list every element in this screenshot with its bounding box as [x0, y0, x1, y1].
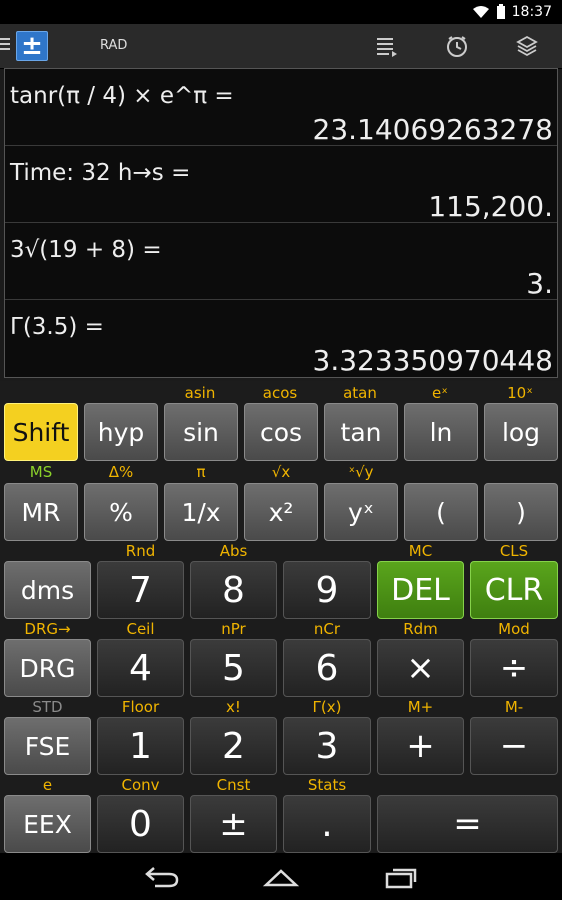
wifi-icon [472, 6, 489, 18]
history-expression: Time: 32 h→s = [10, 160, 191, 186]
digit-6-button[interactable]: 6 [283, 639, 371, 697]
history-entry[interactable]: tanr(π / 4) × e^π = 23.14069263278 [5, 69, 557, 146]
drg-button[interactable]: DRG [4, 639, 91, 697]
keypad: asin acos atan eˣ 10ˣ Shift hyp sin cos … [0, 381, 562, 853]
recent-apps-icon[interactable] [381, 865, 421, 889]
history-entry[interactable]: Time: 32 h→s = 115,200. [5, 146, 557, 223]
secondary-label-delta-percent: Δ% [108, 463, 134, 481]
ln-button[interactable]: ln [404, 403, 478, 461]
back-icon[interactable] [141, 865, 181, 889]
equals-button[interactable]: = [377, 795, 558, 853]
secondary-label-floor: Floor [121, 698, 160, 716]
digit-1-button[interactable]: 1 [97, 717, 184, 775]
delete-button[interactable]: DEL [377, 561, 464, 619]
secondary-label-stats: Stats [307, 776, 347, 794]
subtract-button[interactable]: − [470, 717, 558, 775]
sin-button[interactable]: sin [164, 403, 238, 461]
secondary-label-sqrt: √x [271, 463, 291, 481]
history-expression: Γ(3.5) = [10, 314, 104, 340]
clear-button[interactable]: CLR [470, 561, 558, 619]
secondary-label-rdm: Rdm [403, 620, 438, 638]
history-list-icon[interactable] [375, 34, 399, 58]
percent-button[interactable]: % [84, 483, 158, 541]
history-result: 3.323350970448 [312, 344, 554, 377]
history-result: 3. [526, 267, 553, 300]
history-result: 23.14069263278 [312, 113, 554, 146]
cos-button[interactable]: cos [244, 403, 318, 461]
secondary-label-pi: π [196, 463, 206, 481]
decimal-point-button[interactable]: . [283, 795, 371, 853]
power-button[interactable]: yˣ [324, 483, 398, 541]
secondary-label-abs: Abs [219, 542, 248, 560]
secondary-label-exp: eˣ [432, 384, 448, 402]
fse-button[interactable]: FSE [4, 717, 91, 775]
dms-button[interactable]: dms [4, 561, 91, 619]
digit-0-button[interactable]: 0 [97, 795, 184, 853]
history-expression: tanr(π / 4) × e^π = [10, 83, 234, 109]
secondary-label-cls: CLS [499, 542, 529, 560]
secondary-label-rnd: Rnd [125, 542, 156, 560]
digit-2-button[interactable]: 2 [190, 717, 277, 775]
tan-button[interactable]: tan [324, 403, 398, 461]
mr-button[interactable]: MR [4, 483, 78, 541]
system-nav-bar [0, 853, 562, 900]
secondary-label-root: ˣ√y [348, 463, 374, 481]
secondary-label-ncr: nCr [313, 620, 341, 638]
digit-9-button[interactable]: 9 [283, 561, 371, 619]
secondary-label-std: STD [32, 698, 63, 716]
angle-mode-label: RAD [100, 38, 128, 53]
secondary-label-asin: asin [184, 384, 216, 402]
eex-button[interactable]: EEX [4, 795, 91, 853]
secondary-label-atan: atan [343, 384, 377, 402]
secondary-label-m-plus: M+ [407, 698, 434, 716]
secondary-label-acos: acos [262, 384, 298, 402]
close-paren-button[interactable]: ) [484, 483, 558, 541]
digit-8-button[interactable]: 8 [190, 561, 277, 619]
multiply-button[interactable]: × [377, 639, 464, 697]
secondary-label-mc: MC [408, 542, 433, 560]
secondary-label-cnst: Cnst [216, 776, 251, 794]
hyp-button[interactable]: hyp [84, 403, 158, 461]
secondary-label-pow10: 10ˣ [507, 384, 533, 402]
secondary-label-ms: MS [29, 463, 53, 481]
secondary-label-ceil: Ceil [126, 620, 155, 638]
battery-icon [496, 4, 505, 19]
home-icon[interactable] [261, 865, 301, 889]
history-entry[interactable]: Γ(3.5) = 3.323350970448 [5, 300, 557, 377]
add-button[interactable]: + [377, 717, 464, 775]
history-expression: 3√(19 + 8) = [10, 237, 162, 263]
history-entry[interactable]: 3√(19 + 8) = 3. [5, 223, 557, 300]
shift-button[interactable]: Shift [4, 403, 78, 461]
app-logo-icon[interactable]: ± [16, 31, 48, 61]
secondary-label-drg-convert: DRG→ [24, 620, 71, 638]
secondary-label-gamma: Γ(x) [312, 698, 342, 716]
digit-4-button[interactable]: 4 [97, 639, 184, 697]
secondary-label-factorial: x! [226, 698, 241, 716]
square-button[interactable]: x² [244, 483, 318, 541]
secondary-label-mod: Mod [498, 620, 530, 638]
secondary-label-npr: nPr [221, 620, 246, 638]
open-paren-button[interactable]: ( [404, 483, 478, 541]
secondary-label-m-minus: M- [504, 698, 524, 716]
calculation-display[interactable]: tanr(π / 4) × e^π = 23.14069263278 Time:… [4, 68, 558, 378]
drawer-menu-icon[interactable] [0, 38, 10, 53]
status-bar: 18:37 [0, 0, 562, 24]
digit-7-button[interactable]: 7 [97, 561, 184, 619]
clock-icon[interactable] [445, 34, 469, 58]
reciprocal-button[interactable]: 1/x [164, 483, 238, 541]
secondary-label-e: e [42, 776, 53, 794]
status-time: 18:37 [511, 4, 552, 20]
action-bar: ± RAD [0, 24, 562, 69]
history-result: 115,200. [428, 190, 553, 223]
digit-3-button[interactable]: 3 [283, 717, 371, 775]
divide-button[interactable]: ÷ [470, 639, 558, 697]
plus-minus-button[interactable]: ± [190, 795, 277, 853]
digit-5-button[interactable]: 5 [190, 639, 277, 697]
log-button[interactable]: log [484, 403, 558, 461]
layers-icon[interactable] [515, 34, 539, 58]
secondary-label-conv: Conv [121, 776, 160, 794]
